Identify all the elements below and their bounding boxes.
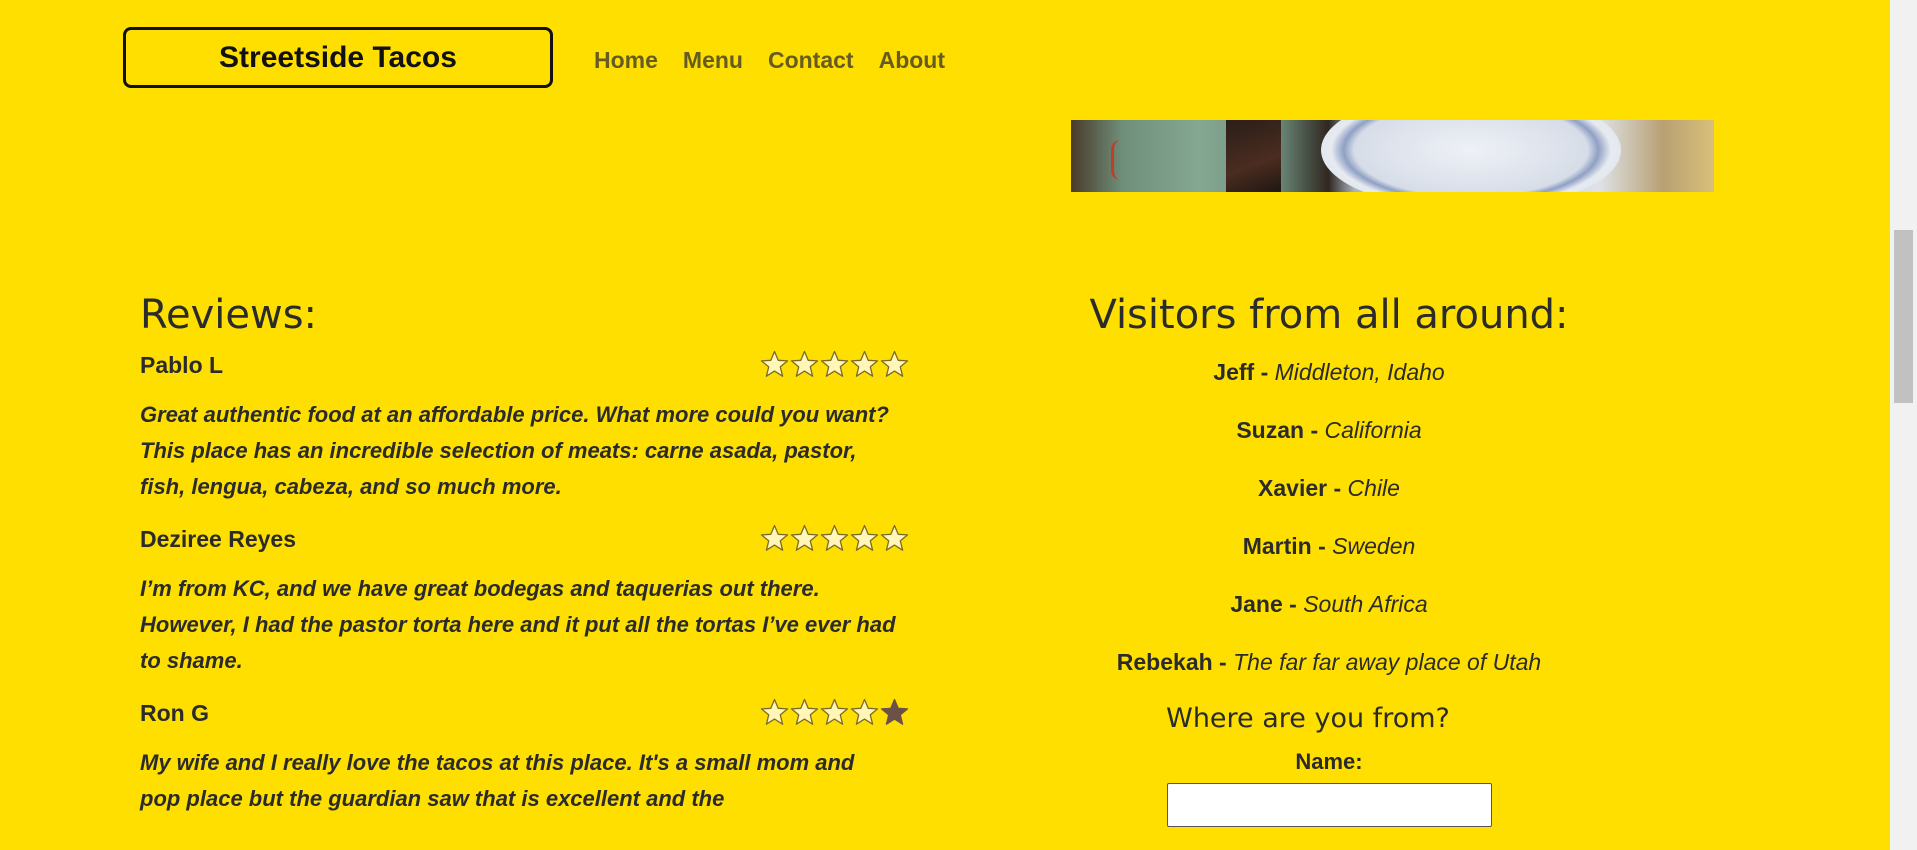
- visitor-item: Jeff - Middleton, Idaho: [1055, 342, 1603, 403]
- review-text: I’m from KC, and we have great bodegas a…: [140, 576, 896, 673]
- reviews-title: Reviews:: [140, 292, 318, 338]
- visitor-separator: -: [1310, 417, 1319, 443]
- visitor-form-title: Where are you from?: [1166, 703, 1450, 734]
- reviewer-name: Pablo L: [140, 352, 224, 378]
- review-text: My wife and I really love the tacos at t…: [140, 750, 855, 811]
- page-scrollbar[interactable]: [1890, 0, 1917, 850]
- visitor-place: South Africa: [1303, 591, 1428, 617]
- star-rating: [760, 698, 909, 727]
- reviewer-name: Deziree Reyes: [140, 526, 296, 552]
- star-empty-icon: [880, 350, 909, 377]
- star-rating: [760, 524, 909, 553]
- visitor-separator: -: [1333, 475, 1342, 501]
- visitor-name: Jeff: [1213, 359, 1255, 385]
- visitor-separator: -: [1289, 591, 1297, 617]
- review-item: Ron G My wife and I really love the taco…: [140, 693, 910, 817]
- photo-detail: [1226, 120, 1281, 192]
- visitor-item: Rebekah - The far far away place of Utah: [1055, 632, 1603, 693]
- visitor-item: Jane - South Africa: [1055, 574, 1603, 635]
- star-empty-icon: [760, 698, 789, 725]
- star-rating: [760, 350, 909, 379]
- visitor-place: California: [1324, 417, 1422, 443]
- star-empty-icon: [880, 524, 909, 551]
- visitor-name: Suzan: [1236, 417, 1305, 443]
- site-logo[interactable]: Streetside Tacos: [123, 27, 553, 88]
- star-empty-icon: [850, 350, 879, 377]
- star-empty-icon: [820, 698, 849, 725]
- star-empty-icon: [760, 350, 789, 377]
- main-nav: Home Menu Contact About: [594, 47, 945, 74]
- visitor-separator: -: [1318, 533, 1326, 559]
- visitor-name: Rebekah: [1116, 649, 1213, 675]
- visitor-item: Xavier - Chile: [1055, 458, 1603, 519]
- review-item: Pablo L Great authentic food at an affor…: [140, 345, 910, 505]
- visitor-name: Jane: [1230, 591, 1283, 617]
- photo-plate: [1321, 120, 1621, 192]
- name-label: Name:: [1295, 749, 1363, 774]
- star-filled-icon: [880, 698, 909, 725]
- visitor-place: Middleton, Idaho: [1274, 359, 1445, 385]
- visitor-item: Suzan - California: [1055, 400, 1603, 461]
- visitor-item: Martin - Sweden: [1055, 516, 1603, 577]
- star-empty-icon: [790, 698, 819, 725]
- star-empty-icon: [850, 524, 879, 551]
- reviewer-name: Ron G: [140, 700, 209, 726]
- star-empty-icon: [820, 524, 849, 551]
- star-empty-icon: [790, 350, 819, 377]
- star-empty-icon: [850, 698, 879, 725]
- visitor-separator: -: [1219, 649, 1227, 675]
- visitor-place: Sweden: [1332, 533, 1416, 559]
- review-item: Deziree Reyes I’m from KC, and we have g…: [140, 519, 910, 679]
- scrollbar-thumb[interactable]: [1894, 230, 1913, 403]
- visitor-name: Xavier: [1258, 475, 1328, 501]
- visitor-place: Chile: [1347, 475, 1400, 501]
- reviews-section: Reviews: Pablo L Great authentic food at…: [140, 285, 910, 831]
- star-empty-icon: [790, 524, 819, 551]
- visitor-separator: -: [1260, 359, 1269, 385]
- visitors-section: Visitors from all around: Jeff - Middlet…: [1055, 285, 1603, 827]
- visitor-list: Jeff - Middleton, Idaho Suzan - Californ…: [1055, 342, 1603, 693]
- visitor-place: The far far away place of Utah: [1233, 649, 1542, 675]
- visitor-name: Martin: [1242, 533, 1312, 559]
- visitors-title: Visitors from all around:: [1089, 292, 1569, 338]
- review-text: Great authentic food at an affordable pr…: [140, 402, 889, 499]
- nav-home-link[interactable]: Home: [594, 47, 658, 74]
- nav-menu-link[interactable]: Menu: [683, 47, 743, 74]
- name-input[interactable]: [1166, 783, 1492, 827]
- nav-about-link[interactable]: About: [879, 47, 945, 74]
- photo-detail: [1111, 140, 1130, 180]
- nav-contact-link[interactable]: Contact: [768, 47, 854, 74]
- food-photo: [1071, 120, 1714, 192]
- star-empty-icon: [820, 350, 849, 377]
- site-header: Streetside Tacos Home Menu Contact About: [0, 0, 1890, 110]
- star-empty-icon: [760, 524, 789, 551]
